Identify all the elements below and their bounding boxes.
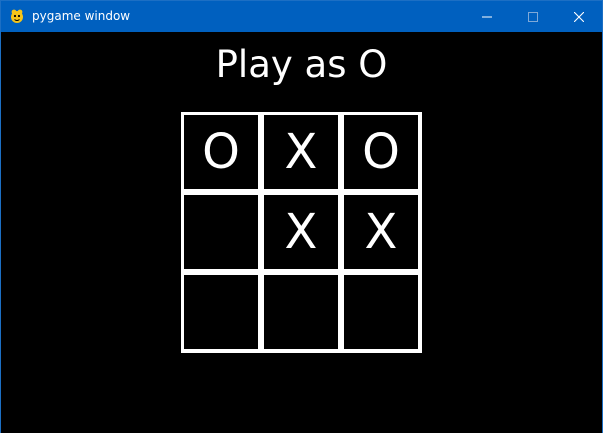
game-title: Play as O	[215, 43, 388, 86]
window-title: pygame window	[32, 9, 131, 23]
board-cell-1-1[interactable]: X	[264, 195, 338, 269]
board-cell-0-1[interactable]: X	[264, 115, 338, 189]
minimize-button[interactable]	[464, 1, 510, 32]
board-cell-0-2[interactable]: O	[344, 115, 418, 189]
maximize-icon	[528, 11, 538, 22]
minimize-icon	[482, 16, 492, 17]
pygame-window: pygame window Play as O O X O X X	[0, 0, 603, 433]
board-cell-2-2[interactable]	[344, 275, 418, 349]
game-canvas[interactable]: Play as O O X O X X	[1, 32, 602, 433]
board-cell-0-0[interactable]: O	[184, 115, 258, 189]
close-button[interactable]	[556, 1, 602, 32]
title-bar[interactable]: pygame window	[1, 1, 602, 32]
maximize-button[interactable]	[510, 1, 556, 32]
tic-tac-toe-board: O X O X X	[181, 112, 422, 353]
board-cell-2-1[interactable]	[264, 275, 338, 349]
pygame-icon	[11, 9, 23, 23]
board-cell-1-2[interactable]: X	[344, 195, 418, 269]
board-cell-2-0[interactable]	[184, 275, 258, 349]
board-cell-1-0[interactable]	[184, 195, 258, 269]
close-icon	[574, 11, 584, 22]
